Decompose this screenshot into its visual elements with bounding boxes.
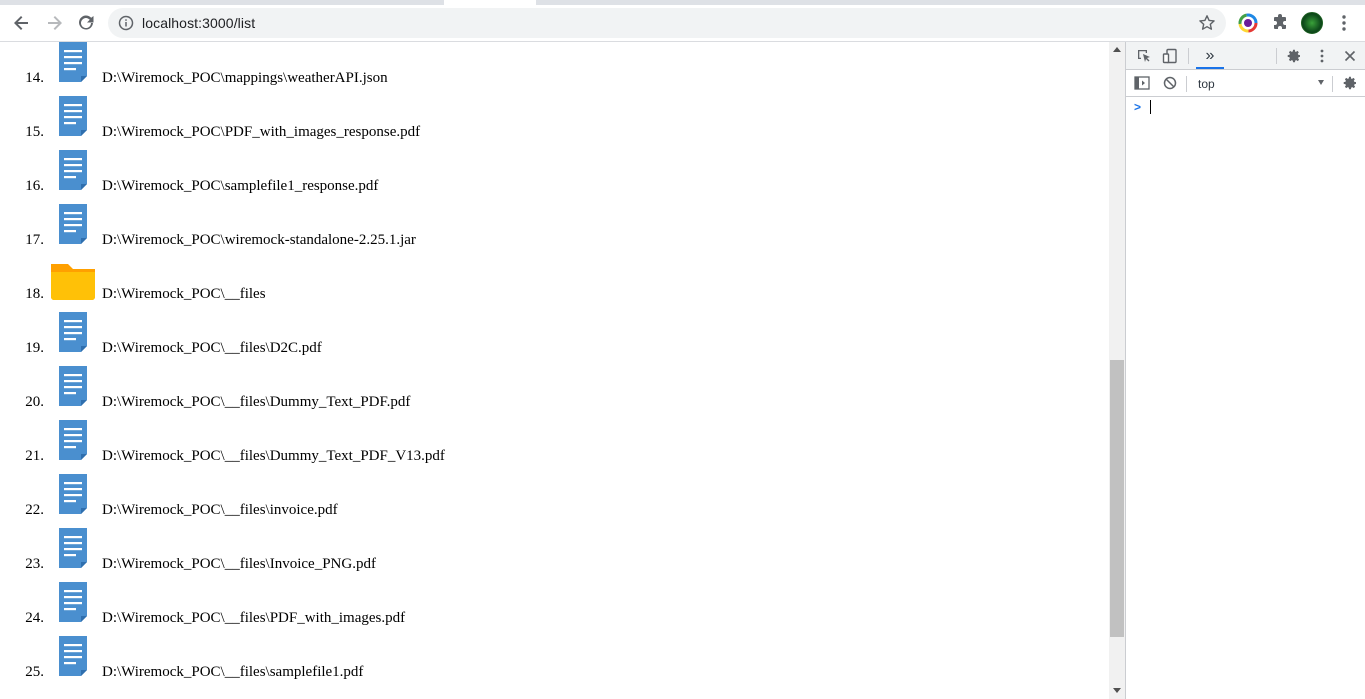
list-item: 16. D:\Wiremock_POC\samplefile1_response.…: [0, 150, 1100, 204]
list-item-number: 15.: [25, 124, 44, 140]
list-item-number: 18.: [25, 286, 44, 302]
file-icon: [49, 634, 97, 682]
file-icon: [49, 202, 97, 250]
list-item-number: 20.: [25, 394, 44, 410]
active-tab-indicator: [1196, 67, 1224, 69]
list-item-number: 24.: [25, 610, 44, 626]
show-sidebar-icon[interactable]: [1132, 73, 1152, 93]
list-item: 21. D:\Wiremock_POC\__files\Dummy_Text_PD…: [0, 420, 1100, 474]
close-devtools-icon[interactable]: [1340, 46, 1360, 66]
clear-console-icon[interactable]: [1160, 73, 1180, 93]
forward-arrow-icon: [48, 16, 62, 30]
list-item-path: D:\Wiremock_POC\__files\invoice.pdf: [102, 502, 338, 518]
url-text[interactable]: localhost:3000/list: [142, 15, 255, 31]
file-icon: [49, 418, 97, 466]
list-item-path: D:\Wiremock_POC\PDF_with_images_response…: [102, 124, 421, 140]
back-button[interactable]: [8, 9, 36, 37]
list-item-number: 14.: [25, 70, 44, 86]
address-bar[interactable]: localhost:3000/list: [108, 8, 1226, 38]
scroll-up-arrow[interactable]: [1113, 47, 1121, 52]
file-icon: [49, 94, 97, 142]
device-toolbar-icon[interactable]: [1160, 46, 1180, 66]
list-item-number: 16.: [25, 178, 44, 194]
list-item: 19. D:\Wiremock_POC\__files\D2C.pdf: [0, 312, 1100, 366]
file-icon: [49, 42, 97, 88]
list-item-number: 21.: [25, 448, 44, 464]
list-item-path: D:\Wiremock_POC\__files\PDF_with_images.…: [102, 610, 406, 626]
list-item-path: D:\Wiremock_POC\__files\D2C.pdf: [102, 340, 322, 356]
devtools-panel: » top >: [1125, 42, 1365, 699]
browser-toolbar: localhost:3000/list: [0, 5, 1365, 42]
inspect-element-icon[interactable]: [1134, 46, 1154, 66]
list-item: 18. D:\Wiremock_POC\__files: [0, 258, 1100, 312]
list-item-number: 25.: [25, 664, 44, 680]
context-selector[interactable]: top: [1192, 75, 1328, 93]
settings-gear-icon[interactable]: [1284, 46, 1304, 66]
kebab-menu-icon[interactable]: [1331, 10, 1357, 36]
color-extension-icon[interactable]: [1235, 10, 1261, 36]
list-item-number: 19.: [25, 340, 44, 356]
console-prompt-icon: >: [1134, 100, 1142, 114]
list-item-path: D:\Wiremock_POC\samplefile1_response.pdf: [102, 178, 379, 194]
more-tabs-button[interactable]: »: [1200, 46, 1220, 66]
reload-icon: [79, 15, 94, 30]
folder-icon: [49, 256, 97, 304]
list-item: 14. D:\Wiremock_POC\mappings\weatherAPI.j…: [0, 42, 1100, 96]
toolbar-divider: [1276, 48, 1277, 64]
file-icon: [49, 364, 97, 412]
list-item: 23. D:\Wiremock_POC\__files\Invoice_PNG.p…: [0, 528, 1100, 582]
avatar: [1301, 12, 1323, 34]
profile-button[interactable]: [1299, 10, 1325, 36]
list-item: 17. D:\Wiremock_POC\wiremock-standalone-2…: [0, 204, 1100, 258]
page-scrollbar[interactable]: [1109, 42, 1125, 699]
page-content: 14. D:\Wiremock_POC\mappings\weatherAPI.j…: [0, 42, 1109, 699]
list-item-number: 23.: [25, 556, 44, 572]
toolbar-divider: [1332, 76, 1333, 92]
devtools-menu-icon[interactable]: [1312, 46, 1332, 66]
forward-button[interactable]: [40, 9, 68, 37]
star-icon[interactable]: [1198, 14, 1216, 37]
scroll-down-arrow[interactable]: [1113, 688, 1121, 693]
list-item-path: D:\Wiremock_POC\wiremock-standalone-2.25…: [102, 232, 416, 248]
devtools-toolbar: »: [1126, 42, 1365, 70]
list-item-path: D:\Wiremock_POC\__files\Invoice_PNG.pdf: [102, 556, 376, 572]
toolbar-divider: [1186, 76, 1187, 92]
list-item-path: D:\Wiremock_POC\__files\Dummy_Text_PDF.p…: [102, 394, 411, 410]
list-item-path: D:\Wiremock_POC\__files\Dummy_Text_PDF_V…: [102, 448, 445, 464]
file-icon: [49, 148, 97, 196]
list-item: 24. D:\Wiremock_POC\__files\PDF_with_imag…: [0, 582, 1100, 636]
chevron-down-icon: [1318, 80, 1324, 85]
file-icon: [49, 526, 97, 574]
info-icon[interactable]: [118, 15, 134, 36]
file-icon: [49, 580, 97, 628]
list-item-path: D:\Wiremock_POC\__files: [102, 286, 266, 302]
file-icon: [49, 472, 97, 520]
scrollbar-thumb[interactable]: [1110, 360, 1124, 637]
more-tabs-icon: »: [1205, 47, 1215, 64]
reload-button[interactable]: [72, 9, 100, 37]
puzzle-icon[interactable]: [1267, 10, 1293, 36]
context-label: top: [1198, 77, 1215, 91]
list-item: 25. D:\Wiremock_POC\__files\samplefile1.p…: [0, 636, 1100, 690]
list-item: 15. D:\Wiremock_POC\PDF_with_images_respo…: [0, 96, 1100, 150]
toolbar-divider: [1188, 48, 1189, 64]
console-toolbar: top: [1126, 70, 1365, 97]
list-item-number: 22.: [25, 502, 44, 518]
list-item: 22. D:\Wiremock_POC\__files\invoice.pdf: [0, 474, 1100, 528]
console-input[interactable]: [1150, 100, 1151, 114]
file-icon: [49, 310, 97, 358]
console-settings-gear-icon[interactable]: [1340, 73, 1360, 93]
list-item-path: D:\Wiremock_POC\mappings\weatherAPI.json: [102, 70, 388, 86]
back-arrow-icon: [14, 16, 28, 30]
list-item-path: D:\Wiremock_POC\__files\samplefile1.pdf: [102, 664, 364, 680]
list-item: 20. D:\Wiremock_POC\__files\Dummy_Text_PD…: [0, 366, 1100, 420]
list-item-number: 17.: [25, 232, 44, 248]
